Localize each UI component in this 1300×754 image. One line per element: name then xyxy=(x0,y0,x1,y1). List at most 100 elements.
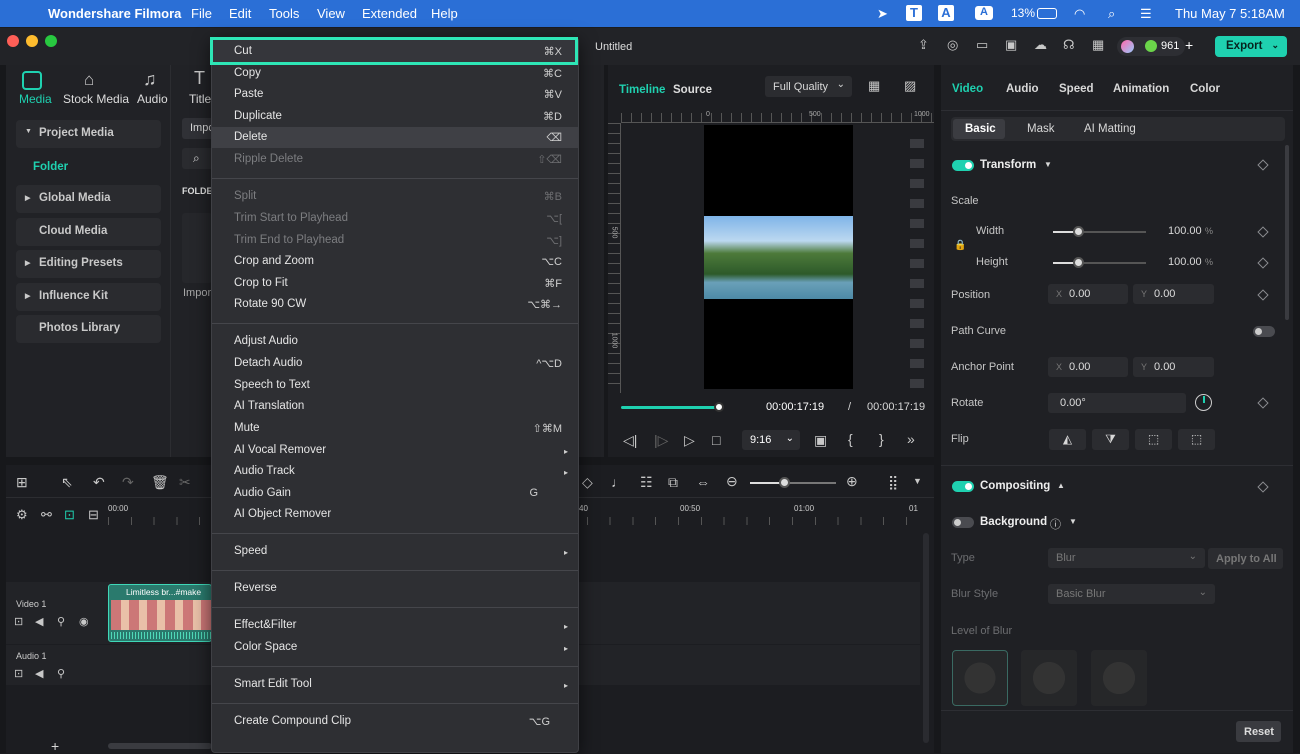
reset-button[interactable]: Reset xyxy=(1236,721,1281,742)
tab-source[interactable]: Source xyxy=(673,84,712,96)
import-tile[interactable] xyxy=(182,213,212,283)
menu-item-trim-end[interactable]: Trim End to Playhead xyxy=(234,234,344,246)
sidebar-item-project-media[interactable]: ▼ Project Media xyxy=(16,120,161,148)
mark-out-icon[interactable]: } xyxy=(879,431,884,447)
control-center-icon[interactable]: ☰ xyxy=(1140,6,1152,22)
wifi-icon[interactable]: ◠ xyxy=(1074,6,1085,22)
next-frame-icon[interactable]: |▷ xyxy=(654,432,668,449)
menu-edit[interactable]: Edit xyxy=(229,6,251,21)
menu-item-ai-object-remover[interactable]: AI Object Remover xyxy=(234,508,331,520)
menu-item-crop-fit[interactable]: Crop to Fit xyxy=(234,277,288,289)
menu-item-paste[interactable]: Paste xyxy=(234,88,263,100)
export-button[interactable]: Export ⌄ xyxy=(1215,36,1287,57)
menu-item-effect-filter[interactable]: Effect&Filter xyxy=(234,619,296,631)
tab-animation[interactable]: Animation xyxy=(1113,83,1169,95)
subtab-mask[interactable]: Mask xyxy=(1027,123,1054,135)
play-icon[interactable]: ▷ xyxy=(684,432,695,449)
zoom-in-icon[interactable]: ⊕ xyxy=(846,473,858,490)
background-toggle[interactable] xyxy=(952,517,974,528)
share-icon[interactable]: ⇪ xyxy=(918,37,929,53)
position-x-field[interactable]: X 0.00 xyxy=(1048,284,1128,304)
mute-icon[interactable]: ⚲ xyxy=(57,615,65,628)
menu-item-delete[interactable]: Delete xyxy=(234,131,267,143)
sidebar-item-global-media[interactable]: ▶ Global Media xyxy=(16,185,161,213)
keyframe-icon[interactable] xyxy=(1257,226,1269,238)
quality-select[interactable]: Full Quality ⌄ xyxy=(765,76,852,97)
close-window-button[interactable] xyxy=(7,35,19,47)
zoom-window-button[interactable] xyxy=(45,35,57,47)
keyframe-icon[interactable] xyxy=(1257,159,1269,171)
delete-icon[interactable]: 🗑 xyxy=(151,474,169,491)
blur-preset-20[interactable] xyxy=(952,650,1008,706)
rotate-left-button[interactable]: ⬚ xyxy=(1135,429,1172,450)
props-scrollbar[interactable] xyxy=(1285,145,1289,320)
subtab-basic[interactable]: Basic xyxy=(953,119,1005,139)
menu-view[interactable]: View xyxy=(317,6,345,21)
fit-timeline-icon[interactable]: ⇔ xyxy=(696,474,710,490)
playhead-knob[interactable] xyxy=(714,402,724,412)
zoom-slider-knob[interactable] xyxy=(779,477,790,488)
rotate-dial-icon[interactable] xyxy=(1195,394,1212,411)
menu-item-ripple-delete[interactable]: Ripple Delete xyxy=(234,153,303,165)
blur-style-select[interactable]: Basic Blur ⌄ xyxy=(1048,584,1215,604)
stop-icon[interactable]: □ xyxy=(712,432,720,448)
tab-audio[interactable]: Audio xyxy=(1006,83,1039,95)
type-select[interactable]: Blur ⌄ xyxy=(1048,548,1205,568)
keyframe-icon[interactable] xyxy=(1257,397,1269,409)
speaker-icon[interactable]: ◀ xyxy=(35,615,43,628)
menu-item-rotate[interactable]: Rotate 90 CW xyxy=(234,298,306,310)
minimize-window-button[interactable] xyxy=(26,35,38,47)
magnet-icon[interactable]: ⊡ xyxy=(64,507,75,523)
menu-tools[interactable]: Tools xyxy=(269,6,299,21)
menu-item-audio-track[interactable]: Audio Track xyxy=(234,465,295,477)
caret-down-icon[interactable]: ▼ xyxy=(913,476,922,486)
subtab-ai-matting[interactable]: AI Matting xyxy=(1084,123,1136,135)
add-track-icon[interactable]: ⊟ xyxy=(88,507,99,523)
video-canvas[interactable] xyxy=(704,125,853,389)
arrow-icon[interactable]: ➤ xyxy=(877,6,888,22)
tab-speed[interactable]: Speed xyxy=(1059,83,1094,95)
sidebar-item-cloud-media[interactable]: Cloud Media xyxy=(16,218,161,246)
blur-preset-60[interactable] xyxy=(1091,650,1147,706)
add-credit-icon[interactable]: + xyxy=(1185,37,1193,53)
audio-mixer-icon[interactable]: ☷ xyxy=(640,474,653,491)
grid-view-icon[interactable]: ▦ xyxy=(868,78,880,94)
zoom-out-icon[interactable]: ⊖ xyxy=(726,473,738,490)
caret-down-icon[interactable]: ▼ xyxy=(1069,517,1077,526)
gear-icon[interactable]: ⚙ xyxy=(16,507,28,523)
clock[interactable]: Thu May 7 5:18AM xyxy=(1175,6,1285,21)
mark-in-icon[interactable]: { xyxy=(848,431,853,447)
shield-icon[interactable]: ◇ xyxy=(582,474,593,491)
battery-icon[interactable] xyxy=(1037,8,1057,19)
width-slider-knob[interactable] xyxy=(1073,226,1084,237)
grid-apps-icon[interactable]: ▦ xyxy=(1092,37,1104,53)
menu-item-split[interactable]: Split xyxy=(234,190,256,202)
sidebar-item-editing-presets[interactable]: ▶ Editing Presets xyxy=(16,250,161,278)
playback-progress[interactable] xyxy=(621,406,719,409)
menu-item-mute[interactable]: Mute xyxy=(234,422,260,434)
menu-item-audio-gain[interactable]: Audio Gain xyxy=(234,487,291,499)
tab-audio[interactable]: Audio xyxy=(137,92,168,106)
eye-icon[interactable]: ◉ xyxy=(79,615,89,628)
mute-icon[interactable]: ⚲ xyxy=(57,667,65,680)
sidebar-item-photos-library[interactable]: Photos Library xyxy=(16,315,161,343)
lock-icon[interactable]: ⊡ xyxy=(14,615,23,628)
prev-frame-icon[interactable]: ◁| xyxy=(623,432,637,449)
menu-item-ai-vocal-remover[interactable]: AI Vocal Remover xyxy=(234,444,326,456)
position-y-field[interactable]: Y 0.00 xyxy=(1133,284,1214,304)
timeline-vscroll[interactable] xyxy=(923,533,929,743)
tab-video[interactable]: Video xyxy=(952,83,983,95)
aspect-ratio-select[interactable]: 9:16 ⌄ xyxy=(742,430,800,450)
menu-item-crop-zoom[interactable]: Crop and Zoom xyxy=(234,255,314,267)
help-icon[interactable]: ⓘ xyxy=(1050,516,1061,532)
menu-item-speed[interactable]: Speed xyxy=(234,545,267,557)
tab-color[interactable]: Color xyxy=(1190,83,1220,95)
menu-item-adjust-audio[interactable]: Adjust Audio xyxy=(234,335,298,347)
compositing-toggle[interactable] xyxy=(952,481,974,492)
menu-item-reverse[interactable]: Reverse xyxy=(234,582,277,594)
tab-timeline[interactable]: Timeline xyxy=(619,84,665,96)
timeline-hscroll[interactable] xyxy=(108,743,212,749)
fullscreen-icon[interactable]: » xyxy=(907,431,915,447)
apply-all-button[interactable]: Apply to All xyxy=(1208,548,1283,569)
blur-preset-40[interactable] xyxy=(1021,650,1077,706)
